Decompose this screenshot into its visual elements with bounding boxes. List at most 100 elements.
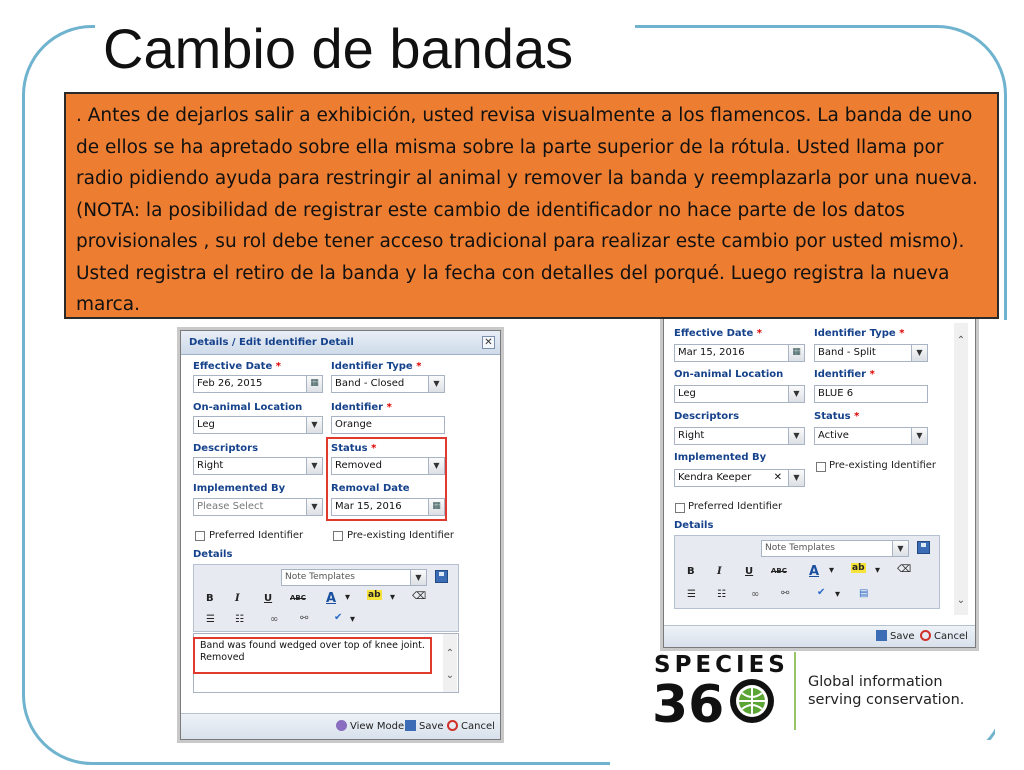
chevron-down-icon[interactable]: ▼ xyxy=(306,499,322,515)
implemented-by-select[interactable]: Kendra Keeper ✕ ▼ xyxy=(674,469,805,487)
chevron-down-icon[interactable]: ▼ xyxy=(788,386,804,402)
preferred-identifier-checkbox[interactable] xyxy=(195,531,205,541)
dialog-footer: View Mode Save Cancel xyxy=(181,713,500,739)
highlight-button[interactable]: ab xyxy=(851,563,866,573)
location-select[interactable]: Leg ▼ xyxy=(193,416,323,434)
instruction-callout: . Antes de dejarlos salir a exhibición, … xyxy=(64,92,999,319)
italic-button[interactable]: I xyxy=(717,566,722,577)
chevron-down-icon[interactable]: ▾ xyxy=(390,592,395,603)
close-icon[interactable]: ✕ xyxy=(482,336,495,349)
location-select[interactable]: Leg ▼ xyxy=(674,385,805,403)
clear-icon[interactable]: ✕ xyxy=(774,470,782,486)
note-templates-select[interactable]: Note Templates ▼ xyxy=(281,569,427,586)
location-label: On-animal Location xyxy=(193,402,303,413)
dialog-scrollbar[interactable]: ⌃ ⌄ xyxy=(954,323,968,615)
strikethrough-button[interactable]: ABC xyxy=(290,594,306,602)
calendar-icon[interactable]: ▦ xyxy=(306,376,322,392)
eraser-icon[interactable]: ⌫ xyxy=(897,564,911,575)
bold-button[interactable]: B xyxy=(687,566,695,577)
logo-tagline: Global information serving conservation. xyxy=(808,673,964,709)
chevron-down-icon[interactable]: ▼ xyxy=(892,541,908,556)
table-icon[interactable]: ▤ xyxy=(859,588,868,599)
chevron-down-icon[interactable]: ▼ xyxy=(410,570,426,585)
strikethrough-button[interactable]: ABC xyxy=(771,567,787,575)
save-button[interactable]: Save xyxy=(405,720,444,732)
identifier-type-select[interactable]: Band - Split ▼ xyxy=(814,344,928,362)
save-icon xyxy=(405,720,416,731)
underline-button[interactable]: U xyxy=(264,593,272,604)
cancel-button[interactable]: Cancel xyxy=(447,720,495,732)
preferred-identifier-label: Preferred Identifier xyxy=(688,501,783,512)
bold-button[interactable]: B xyxy=(206,593,214,604)
numbered-list-icon[interactable]: ☷ xyxy=(235,614,244,625)
link-icon[interactable]: ∞ xyxy=(751,589,759,600)
status-label: Status * xyxy=(814,411,860,422)
effective-date-field[interactable]: Mar 15, 2016 ▦ xyxy=(674,344,805,362)
chevron-down-icon[interactable]: ▾ xyxy=(875,565,880,576)
unlink-icon[interactable]: ⚯ xyxy=(781,588,789,599)
chevron-down-icon[interactable]: ▼ xyxy=(788,470,804,486)
chevron-down-icon[interactable]: ▾ xyxy=(829,565,834,576)
chevron-down-icon[interactable]: ▾ xyxy=(345,592,350,603)
scroll-up-icon[interactable]: ⌃ xyxy=(954,335,968,346)
chevron-down-icon[interactable]: ▼ xyxy=(911,345,927,361)
chevron-down-icon[interactable]: ▼ xyxy=(428,376,444,392)
details-label: Details xyxy=(193,549,233,560)
effective-date-label: Effective Date * xyxy=(674,328,762,339)
chevron-down-icon[interactable]: ▾ xyxy=(350,614,355,625)
status-select[interactable]: Active ▼ xyxy=(814,427,928,445)
spellcheck-icon[interactable]: ✔ xyxy=(817,587,825,598)
dialog-title: Details / Edit Identifier Detail xyxy=(181,331,500,355)
identifier-label: Identifier * xyxy=(814,369,875,380)
editor-toolbar: Note Templates ▼ B I U ABC A ▾ ab ▾ ⌫ ☰ ☷… xyxy=(674,535,940,609)
cancel-icon xyxy=(920,630,931,641)
chevron-down-icon[interactable]: ▾ xyxy=(835,589,840,600)
chevron-down-icon[interactable]: ▼ xyxy=(306,417,322,433)
new-identifier-dialog: Effective Date * Mar 15, 2016 ▦ Identifie… xyxy=(663,318,976,648)
highlight-button[interactable]: ab xyxy=(367,590,382,600)
preexisting-identifier-checkbox[interactable] xyxy=(816,462,826,472)
view-mode-button[interactable]: View Mode xyxy=(336,720,404,732)
descriptors-label: Descriptors xyxy=(674,411,740,422)
implemented-by-label: Implemented By xyxy=(193,483,286,494)
bullet-list-icon[interactable]: ☰ xyxy=(206,614,215,625)
identifier-input[interactable]: BLUE 6 xyxy=(814,385,928,403)
implemented-by-select[interactable]: Please Select ▼ xyxy=(193,498,323,516)
descriptors-select[interactable]: Right ▼ xyxy=(193,457,323,475)
link-icon[interactable]: ∞ xyxy=(270,614,278,625)
scroll-up-icon[interactable]: ⌃ xyxy=(443,648,457,659)
scroll-down-icon[interactable]: ⌄ xyxy=(443,670,457,681)
effective-date-field[interactable]: Feb 26, 2015 ▦ xyxy=(193,375,323,393)
bullet-list-icon[interactable]: ☰ xyxy=(687,589,696,600)
tagline-line-2: serving conservation. xyxy=(808,692,965,708)
species360-logo-icon: 36 xyxy=(652,676,774,726)
identifier-type-select[interactable]: Band - Closed ▼ xyxy=(331,375,445,393)
chevron-down-icon[interactable]: ▼ xyxy=(306,458,322,474)
save-template-icon[interactable] xyxy=(435,570,448,583)
underline-button[interactable]: U xyxy=(745,566,753,577)
cancel-button[interactable]: Cancel xyxy=(920,630,968,642)
identifier-label: Identifier * xyxy=(331,402,392,413)
italic-button[interactable]: I xyxy=(235,593,240,604)
frame-gap-right xyxy=(995,320,1015,740)
calendar-icon[interactable]: ▦ xyxy=(788,345,804,361)
preexisting-identifier-checkbox[interactable] xyxy=(333,531,343,541)
scroll-down-icon[interactable]: ⌄ xyxy=(954,595,968,606)
save-button[interactable]: Save xyxy=(876,630,915,642)
descriptors-select[interactable]: Right ▼ xyxy=(674,427,805,445)
status-removal-highlight xyxy=(326,437,447,521)
chevron-down-icon[interactable]: ▼ xyxy=(788,428,804,444)
eraser-icon[interactable]: ⌫ xyxy=(412,591,426,602)
unlink-icon[interactable]: ⚯ xyxy=(300,613,308,624)
preferred-identifier-label: Preferred Identifier xyxy=(209,530,304,541)
identifier-input[interactable]: Orange xyxy=(331,416,445,434)
font-color-button[interactable]: A xyxy=(326,591,336,606)
note-templates-select[interactable]: Note Templates ▼ xyxy=(761,540,909,557)
save-template-icon[interactable] xyxy=(917,541,930,554)
preferred-identifier-checkbox[interactable] xyxy=(675,503,685,513)
chevron-down-icon[interactable]: ▼ xyxy=(911,428,927,444)
numbered-list-icon[interactable]: ☷ xyxy=(717,589,726,600)
spellcheck-icon[interactable]: ✔ xyxy=(334,612,342,623)
details-scrollbar[interactable]: ⌃ ⌄ xyxy=(443,634,457,692)
font-color-button[interactable]: A xyxy=(809,564,819,579)
